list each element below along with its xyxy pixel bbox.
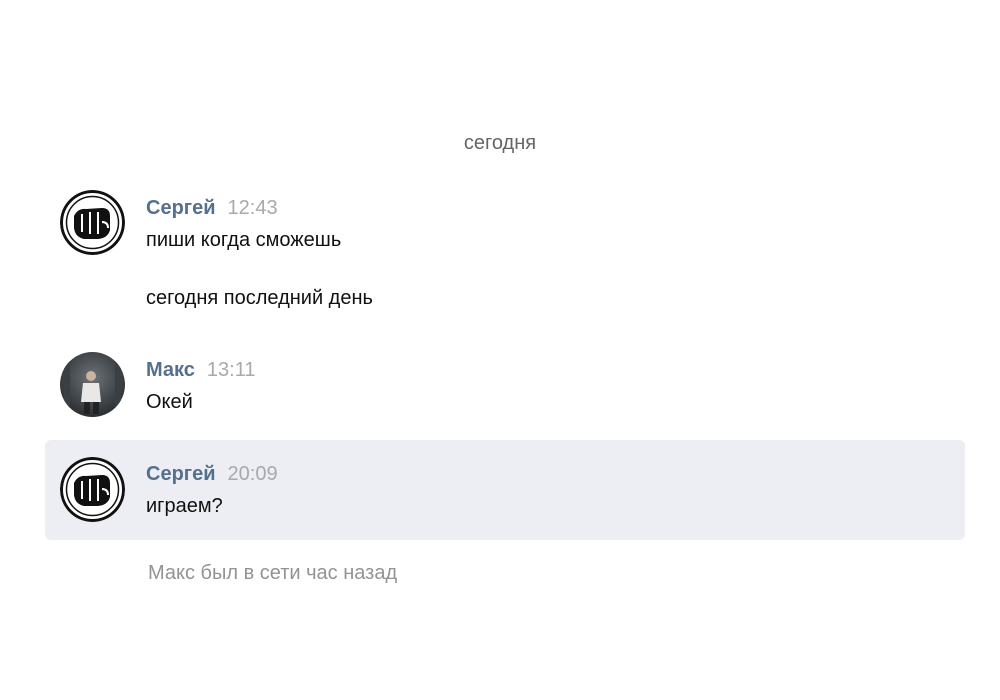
message-item[interactable]: Макс 13:11 Окей: [45, 342, 965, 432]
message-header: Сергей 20:09: [146, 462, 278, 486]
chat-history: сегодня Сергей 12:43 пиши когда сможешь с…: [0, 0, 1000, 700]
fist-logo-icon: [60, 457, 125, 522]
avatar-sergey[interactable]: [60, 190, 125, 255]
message-item[interactable]: Сергей 12:43 пиши когда сможешь сегодня п…: [45, 180, 965, 320]
message-text: пиши когда сможешь: [146, 229, 342, 251]
message-text: Окей: [146, 391, 193, 413]
message-header: Макс 13:11: [146, 358, 255, 382]
online-status: Макс был в сети час назад: [148, 562, 398, 584]
message-text: сегодня последний день: [146, 287, 373, 309]
avatar-maks[interactable]: [60, 352, 125, 417]
message-text: играем?: [146, 495, 223, 517]
message-time[interactable]: 13:11: [207, 359, 256, 381]
fist-logo-icon: [60, 190, 125, 255]
author-name[interactable]: Сергей: [146, 463, 216, 485]
message-time[interactable]: 20:09: [228, 463, 278, 485]
date-divider: сегодня: [463, 132, 537, 154]
message-time[interactable]: 12:43: [228, 197, 278, 219]
author-name[interactable]: Макс: [146, 359, 195, 381]
message-item-highlighted[interactable]: Сергей 20:09 играем?: [45, 440, 965, 540]
author-name[interactable]: Сергей: [146, 197, 216, 219]
user-photo: [60, 352, 125, 417]
avatar-sergey[interactable]: [60, 457, 125, 522]
message-header: Сергей 12:43: [146, 196, 278, 220]
